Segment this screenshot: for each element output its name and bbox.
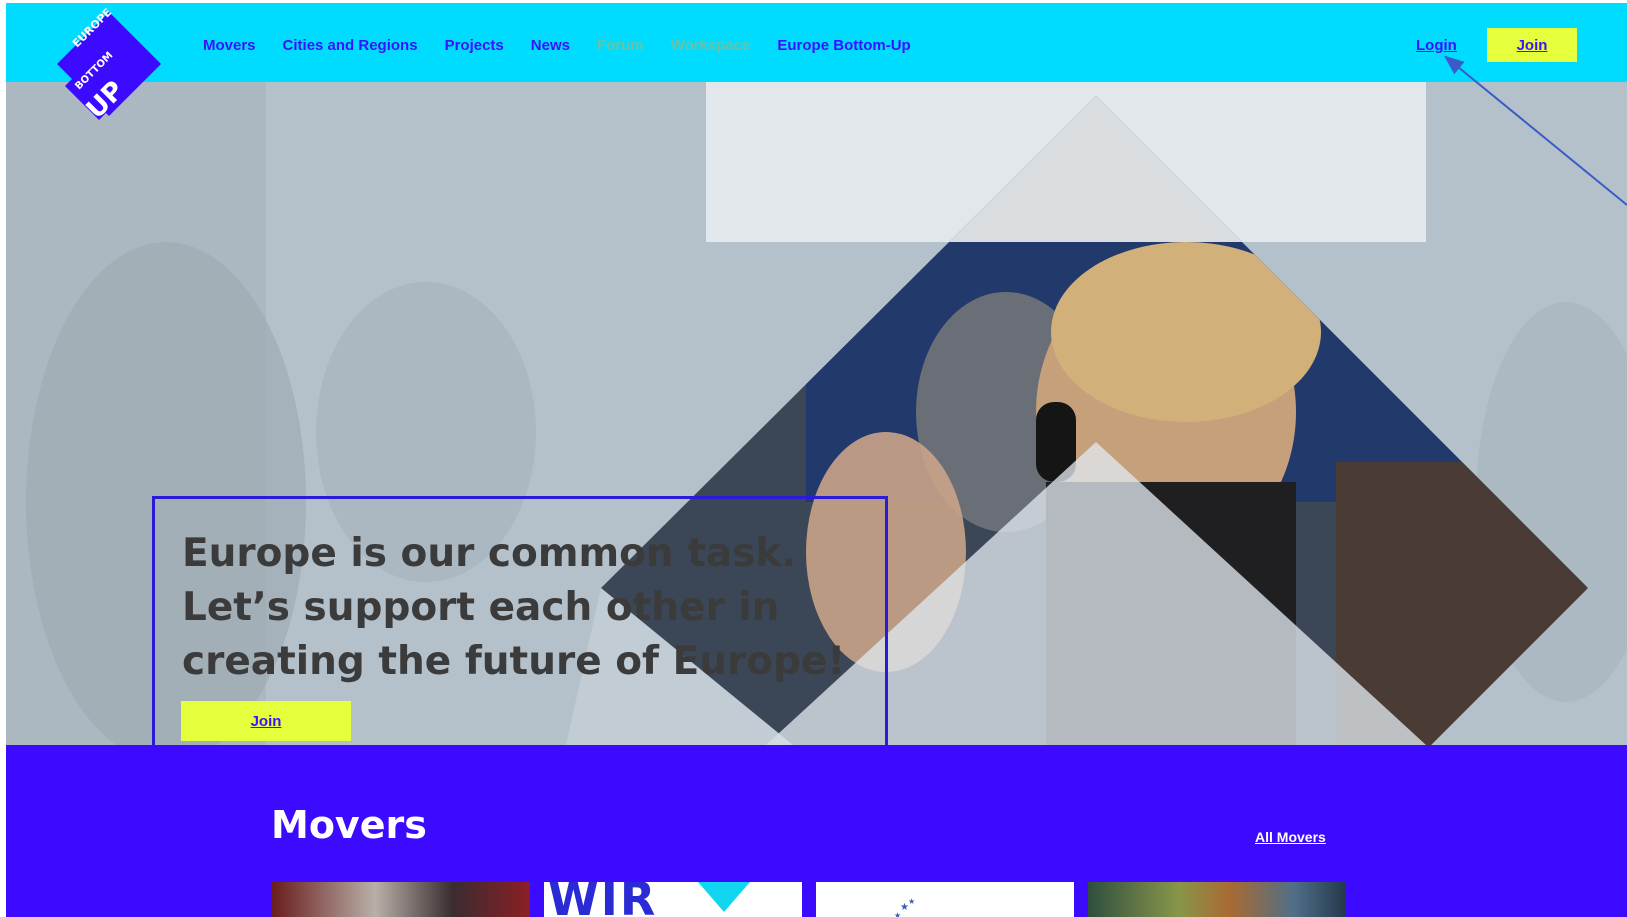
hero-headline-box: Europe is our common task. Let’s support… (152, 496, 888, 745)
hero-headline-line-3: creating the future of Europe! (182, 639, 846, 684)
nav-item-workspace[interactable]: Workspace (671, 37, 751, 54)
site-header: Movers Cities and Regions Projects News … (6, 3, 1627, 82)
site-logo[interactable]: EUROPE BOTTOM UP (55, 8, 165, 130)
movers-section: Movers All Movers WIR ★ ★ ★ (6, 745, 1627, 917)
all-movers-link[interactable]: All Movers (1255, 829, 1326, 845)
hero-headline: Europe is our common task. Let’s support… (182, 527, 882, 689)
nav-item-movers[interactable]: Movers (203, 37, 256, 54)
hero-headline-line-2: Let’s support each other in (182, 585, 780, 630)
nav-item-projects[interactable]: Projects (445, 37, 504, 54)
svg-text:★: ★ (908, 897, 915, 906)
page: Movers Cities and Regions Projects News … (0, 0, 1627, 917)
mover-card-2[interactable]: WIR (544, 882, 802, 917)
nav-item-news[interactable]: News (531, 37, 570, 54)
mover-card-4[interactable] (1088, 882, 1346, 917)
nav-item-cities-and-regions[interactable]: Cities and Regions (283, 37, 418, 54)
login-link[interactable]: Login (1416, 37, 1457, 54)
nav-item-europe-bottom-up[interactable]: Europe Bottom-Up (777, 37, 910, 54)
mover-card-3[interactable]: ★ ★ ★ (816, 882, 1074, 917)
nav-item-forum[interactable]: Forum (597, 37, 644, 54)
movers-title: Movers (271, 803, 427, 847)
hero-headline-line-1: Europe is our common task. (182, 531, 797, 576)
join-button-header[interactable]: Join (1487, 28, 1577, 62)
join-button-hero[interactable]: Join (181, 701, 351, 741)
hero-section: Europe is our common task. Let’s support… (6, 82, 1627, 745)
mover-card-2-logo-text: WIR (548, 882, 658, 917)
eu-stars-icon: ★ ★ ★ (894, 897, 915, 917)
svg-text:★: ★ (894, 911, 901, 917)
heart-icon (698, 882, 750, 912)
mover-card-1[interactable] (272, 882, 530, 917)
main-nav: Movers Cities and Regions Projects News … (203, 37, 938, 54)
